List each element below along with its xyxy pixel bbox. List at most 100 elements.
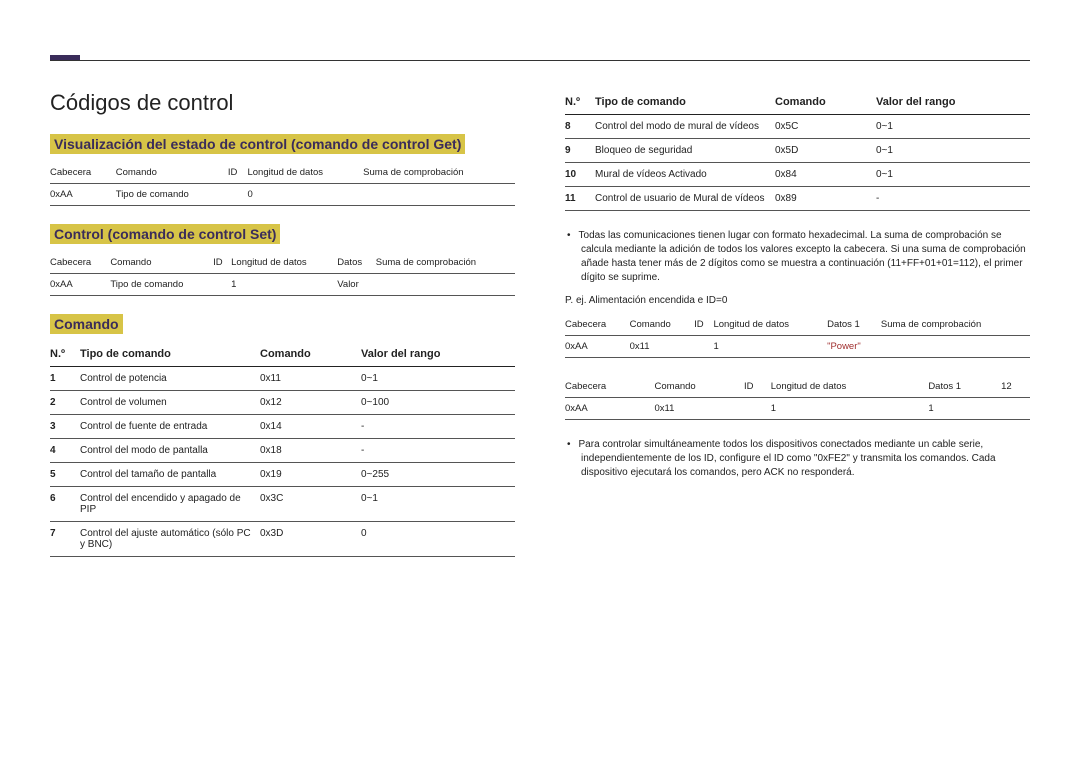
- th: Comando: [260, 342, 361, 367]
- top-rule: [50, 60, 1030, 61]
- th: ID: [228, 162, 248, 183]
- page-title: Códigos de control: [50, 90, 515, 116]
- table-row: 9Bloqueo de seguridad0x5D0~1: [565, 139, 1030, 163]
- td-num: 11: [565, 187, 595, 211]
- td-range: -: [876, 187, 1030, 211]
- th: Tipo de comando: [80, 342, 260, 367]
- td-num: 2: [50, 391, 80, 415]
- td: 0: [247, 184, 363, 206]
- td: Tipo de comando: [110, 274, 213, 296]
- table-row: 5Control del tamaño de pantalla0x190~255: [50, 463, 515, 487]
- table-row: 11Control de usuario de Mural de vídeos0…: [565, 187, 1030, 211]
- table-row: 6Control del encendido y apagado de PIP0…: [50, 487, 515, 522]
- td-cmd: 0x89: [775, 187, 876, 211]
- td-range: 0: [361, 522, 515, 557]
- td-type: Control de fuente de entrada: [80, 415, 260, 439]
- td-range: 0~100: [361, 391, 515, 415]
- td-cmd: 0x12: [260, 391, 361, 415]
- td-type: Control del encendido y apagado de PIP: [80, 487, 260, 522]
- left-column: Códigos de control Visualización del est…: [50, 90, 515, 575]
- table-row: 7Control del ajuste automático (sólo PC …: [50, 522, 515, 557]
- table-row: 4Control del modo de pantalla0x18-: [50, 439, 515, 463]
- th: Valor del rango: [361, 342, 515, 367]
- td-num: 8: [565, 115, 595, 139]
- table-example-2: Cabecera Comando ID Longitud de datos Da…: [565, 376, 1030, 420]
- td-power: "Power": [827, 336, 881, 358]
- right-column: N.º Tipo de comando Comando Valor del ra…: [565, 90, 1030, 575]
- td-type: Bloqueo de seguridad: [595, 139, 775, 163]
- td-cmd: 0x3D: [260, 522, 361, 557]
- note-block: Todas las comunicaciones tienen lugar co…: [581, 229, 1030, 285]
- td-num: 4: [50, 439, 80, 463]
- td-range: 0~1: [876, 139, 1030, 163]
- td: [363, 184, 515, 206]
- td-type: Control del ajuste automático (sólo PC y…: [80, 522, 260, 557]
- td-type: Control del tamaño de pantalla: [80, 463, 260, 487]
- th: N.º: [50, 342, 80, 367]
- td: [376, 274, 515, 296]
- section-get-heading: Visualización del estado de control (com…: [50, 134, 465, 154]
- th: Comando: [775, 90, 876, 115]
- td-type: Control del modo de pantalla: [80, 439, 260, 463]
- td: 0x11: [655, 398, 745, 420]
- td-type: Control de usuario de Mural de vídeos: [595, 187, 775, 211]
- td: 0xAA: [50, 184, 116, 206]
- td-num: 6: [50, 487, 80, 522]
- table-row: 2Control de volumen0x120~100: [50, 391, 515, 415]
- td-cmd: 0x19: [260, 463, 361, 487]
- th: Suma de comprobación: [881, 314, 1030, 335]
- th: Datos 1: [928, 376, 1001, 397]
- td-cmd: 0x84: [775, 163, 876, 187]
- td-range: 0~1: [876, 163, 1030, 187]
- table-row: 1Control de potencia0x110~1: [50, 367, 515, 391]
- td-range: -: [361, 439, 515, 463]
- td: [228, 184, 248, 206]
- td-range: 0~255: [361, 463, 515, 487]
- td: [213, 274, 231, 296]
- td-cmd: 0x3C: [260, 487, 361, 522]
- table-comando-left: N.º Tipo de comando Comando Valor del ra…: [50, 342, 515, 557]
- td-num: 5: [50, 463, 80, 487]
- td: 1: [928, 398, 1001, 420]
- table-get: Cabecera Comando ID Longitud de datos Su…: [50, 162, 515, 206]
- td-cmd: 0x14: [260, 415, 361, 439]
- td: 0xAA: [565, 398, 655, 420]
- note-item: Para controlar simultáneamente todos los…: [581, 438, 1030, 480]
- td-type: Control del modo de mural de vídeos: [595, 115, 775, 139]
- th: Cabecera: [50, 162, 116, 183]
- td: [694, 336, 713, 358]
- th: Datos: [337, 252, 375, 273]
- example-note: P. ej. Alimentación encendida e ID=0: [565, 295, 1030, 306]
- th: Longitud de datos: [713, 314, 827, 335]
- td: 1: [231, 274, 337, 296]
- td-cmd: 0x11: [260, 367, 361, 391]
- th: Suma de comprobación: [363, 162, 515, 183]
- th: Cabecera: [50, 252, 110, 273]
- th: Longitud de datos: [231, 252, 337, 273]
- td-num: 9: [565, 139, 595, 163]
- th: Cabecera: [565, 376, 655, 397]
- table-row: 8Control del modo de mural de vídeos0x5C…: [565, 115, 1030, 139]
- table-comando-right: N.º Tipo de comando Comando Valor del ra…: [565, 90, 1030, 211]
- th: ID: [213, 252, 231, 273]
- th: Valor del rango: [876, 90, 1030, 115]
- td: 0xAA: [565, 336, 630, 358]
- td-num: 1: [50, 367, 80, 391]
- td: 0x11: [630, 336, 695, 358]
- td: Valor: [337, 274, 375, 296]
- th: N.º: [565, 90, 595, 115]
- section-comando-heading: Comando: [50, 314, 123, 334]
- th: Comando: [110, 252, 213, 273]
- table-row: 3Control de fuente de entrada0x14-: [50, 415, 515, 439]
- th: ID: [694, 314, 713, 335]
- td: 0xAA: [50, 274, 110, 296]
- th: ID: [744, 376, 771, 397]
- th: Comando: [630, 314, 695, 335]
- td-range: 0~1: [361, 487, 515, 522]
- note-block-2: Para controlar simultáneamente todos los…: [581, 438, 1030, 480]
- td-range: -: [361, 415, 515, 439]
- td-cmd: 0x5D: [775, 139, 876, 163]
- td-num: 7: [50, 522, 80, 557]
- th: Longitud de datos: [771, 376, 929, 397]
- td-range: 0~1: [361, 367, 515, 391]
